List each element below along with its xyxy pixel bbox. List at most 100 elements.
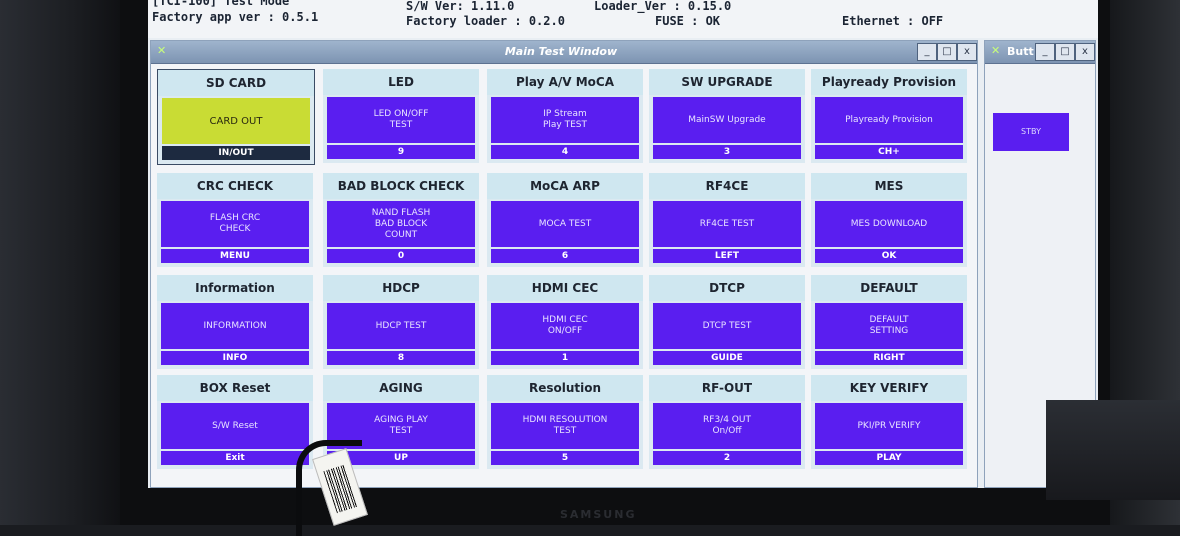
test-tile: RF-OUT RF3/4 OUT On/Off 2 — [649, 375, 805, 469]
tile-remote-key: RIGHT — [815, 351, 963, 365]
maximize-button[interactable]: □ — [1055, 43, 1075, 61]
tile-title: DEFAULT — [811, 275, 967, 301]
screen: [TCI-100] Test Mode Factory app ver : 0.… — [148, 0, 1098, 488]
tile-test-button[interactable]: MainSW Upgrade — [653, 97, 801, 143]
tile-test-button[interactable]: DEFAULT SETTING — [815, 303, 963, 349]
tile-title: CRC CHECK — [157, 173, 313, 199]
tile-test-button[interactable]: CARD OUT — [162, 98, 310, 144]
tile-test-button[interactable]: NAND FLASH BAD BLOCK COUNT — [327, 201, 475, 247]
factory-app-version: Factory app ver : 0.5.1 — [152, 10, 319, 24]
tile-title: RF-OUT — [649, 375, 805, 401]
test-tile: BOX Reset S/W Reset Exit — [157, 375, 313, 469]
tile-remote-key: 3 — [653, 145, 801, 159]
tile-test-button[interactable]: Playready Provision — [815, 97, 963, 143]
monitor-stand — [1046, 400, 1180, 500]
tile-remote-key: IN/OUT — [162, 146, 310, 160]
minimize-button[interactable]: _ — [1035, 43, 1055, 61]
tile-remote-key: CH+ — [815, 145, 963, 159]
tile-remote-key: 8 — [327, 351, 475, 365]
test-tile: HDCP HDCP TEST 8 — [323, 275, 479, 369]
tile-test-button[interactable]: LED ON/OFF TEST — [327, 97, 475, 143]
test-tile: DTCP DTCP TEST GUIDE — [649, 275, 805, 369]
tile-test-button[interactable]: MOCA TEST — [491, 201, 639, 247]
tile-title: LED — [323, 69, 479, 95]
tile-title: Play A/V MoCA — [487, 69, 643, 95]
tile-remote-key: MENU — [161, 249, 309, 263]
tile-remote-key: 2 — [653, 451, 801, 465]
barcode — [323, 464, 358, 514]
tile-test-button[interactable]: DTCP TEST — [653, 303, 801, 349]
tile-test-button[interactable]: IP Stream Play TEST — [491, 97, 639, 143]
tile-remote-key: 5 — [491, 451, 639, 465]
test-mode-label: [TCI-100] Test Mode — [152, 0, 290, 8]
tile-remote-key: GUIDE — [653, 351, 801, 365]
app-icon: ✕ — [157, 44, 167, 57]
test-tile: LED LED ON/OFF TEST 9 — [323, 69, 479, 163]
minimize-button[interactable]: _ — [917, 43, 937, 61]
ethernet-status: Ethernet : OFF — [842, 14, 944, 28]
test-tile: MES MES DOWNLOAD OK — [811, 173, 967, 267]
loader-version: Loader_Ver : 0.15.0 — [594, 0, 732, 13]
tile-test-button[interactable]: RF4CE TEST — [653, 201, 801, 247]
test-grid: SD CARD CARD OUT IN/OUT LED LED ON/OFF TEST 9… — [157, 69, 973, 483]
main-test-window: ✕ Main Test Window _ □ x SD CARD CARD OUT… — [150, 40, 978, 488]
stby-button[interactable]: STBY — [993, 113, 1069, 151]
tile-title: KEY VERIFY — [811, 375, 967, 401]
tile-remote-key: Exit — [161, 451, 309, 465]
tile-title: Information — [157, 275, 313, 301]
tile-title: AGING — [323, 375, 479, 401]
tile-title: DTCP — [649, 275, 805, 301]
test-tile: HDMI CEC HDMI CEC ON/OFF 1 — [487, 275, 643, 369]
tile-remote-key: OK — [815, 249, 963, 263]
tile-title: HDMI CEC — [487, 275, 643, 301]
tile-test-button[interactable]: S/W Reset — [161, 403, 309, 449]
test-tile: DEFAULT DEFAULT SETTING RIGHT — [811, 275, 967, 369]
fuse-status: FUSE : OK — [655, 14, 721, 28]
test-tile: Playready Provision Playready Provision CH… — [811, 69, 967, 163]
button-window-titlebar: ✕ Butt _ □ x — [985, 41, 1095, 64]
main-window-titlebar: ✕ Main Test Window _ □ x — [151, 41, 977, 64]
close-button[interactable]: x — [957, 43, 977, 61]
tile-test-button[interactable]: INFORMATION — [161, 303, 309, 349]
tile-title: BAD BLOCK CHECK — [323, 173, 479, 199]
maximize-button[interactable]: □ — [937, 43, 957, 61]
tile-test-button[interactable]: HDMI CEC ON/OFF — [491, 303, 639, 349]
app-icon: ✕ — [991, 44, 1001, 57]
tile-remote-key: LEFT — [653, 249, 801, 263]
monitor-left-background — [0, 0, 120, 525]
tile-remote-key: 9 — [327, 145, 475, 159]
tile-test-button[interactable]: HDCP TEST — [327, 303, 475, 349]
main-window-title: Main Test Window — [504, 45, 618, 58]
tile-title: MoCA ARP — [487, 173, 643, 199]
test-tile: RF4CE RF4CE TEST LEFT — [649, 173, 805, 267]
tile-remote-key: PLAY — [815, 451, 963, 465]
test-tile: SW UPGRADE MainSW Upgrade 3 — [649, 69, 805, 163]
close-button[interactable]: x — [1075, 43, 1095, 61]
sw-version: S/W Ver: 1.11.0 — [406, 0, 515, 13]
test-tile: CRC CHECK FLASH CRC CHECK MENU — [157, 173, 313, 267]
factory-loader-version: Factory loader : 0.2.0 — [406, 14, 565, 28]
tile-remote-key: 6 — [491, 249, 639, 263]
tile-title: BOX Reset — [157, 375, 313, 401]
tile-test-button[interactable]: PKI/PR VERIFY — [815, 403, 963, 449]
tile-title: SW UPGRADE — [649, 69, 805, 95]
tile-test-button[interactable]: HDMI RESOLUTION TEST — [491, 403, 639, 449]
tile-title: Playready Provision — [811, 69, 967, 95]
monitor-brand-logo: SAMSUNG — [560, 508, 637, 521]
tile-test-button[interactable]: FLASH CRC CHECK — [161, 201, 309, 247]
test-tile: Resolution HDMI RESOLUTION TEST 5 — [487, 375, 643, 469]
tile-test-button[interactable]: MES DOWNLOAD — [815, 201, 963, 247]
tile-test-button[interactable]: RF3/4 OUT On/Off — [653, 403, 801, 449]
tile-title: MES — [811, 173, 967, 199]
tile-title: SD CARD — [158, 70, 314, 96]
tile-title: RF4CE — [649, 173, 805, 199]
tile-title: HDCP — [323, 275, 479, 301]
tile-remote-key: 0 — [327, 249, 475, 263]
tile-remote-key: INFO — [161, 351, 309, 365]
tile-remote-key: 4 — [491, 145, 639, 159]
test-tile: SD CARD CARD OUT IN/OUT — [157, 69, 315, 165]
test-tile: KEY VERIFY PKI/PR VERIFY PLAY — [811, 375, 967, 469]
test-tile: Information INFORMATION INFO — [157, 275, 313, 369]
test-tile: Play A/V MoCA IP Stream Play TEST 4 — [487, 69, 643, 163]
status-bar: [TCI-100] Test Mode Factory app ver : 0.… — [148, 0, 1098, 38]
